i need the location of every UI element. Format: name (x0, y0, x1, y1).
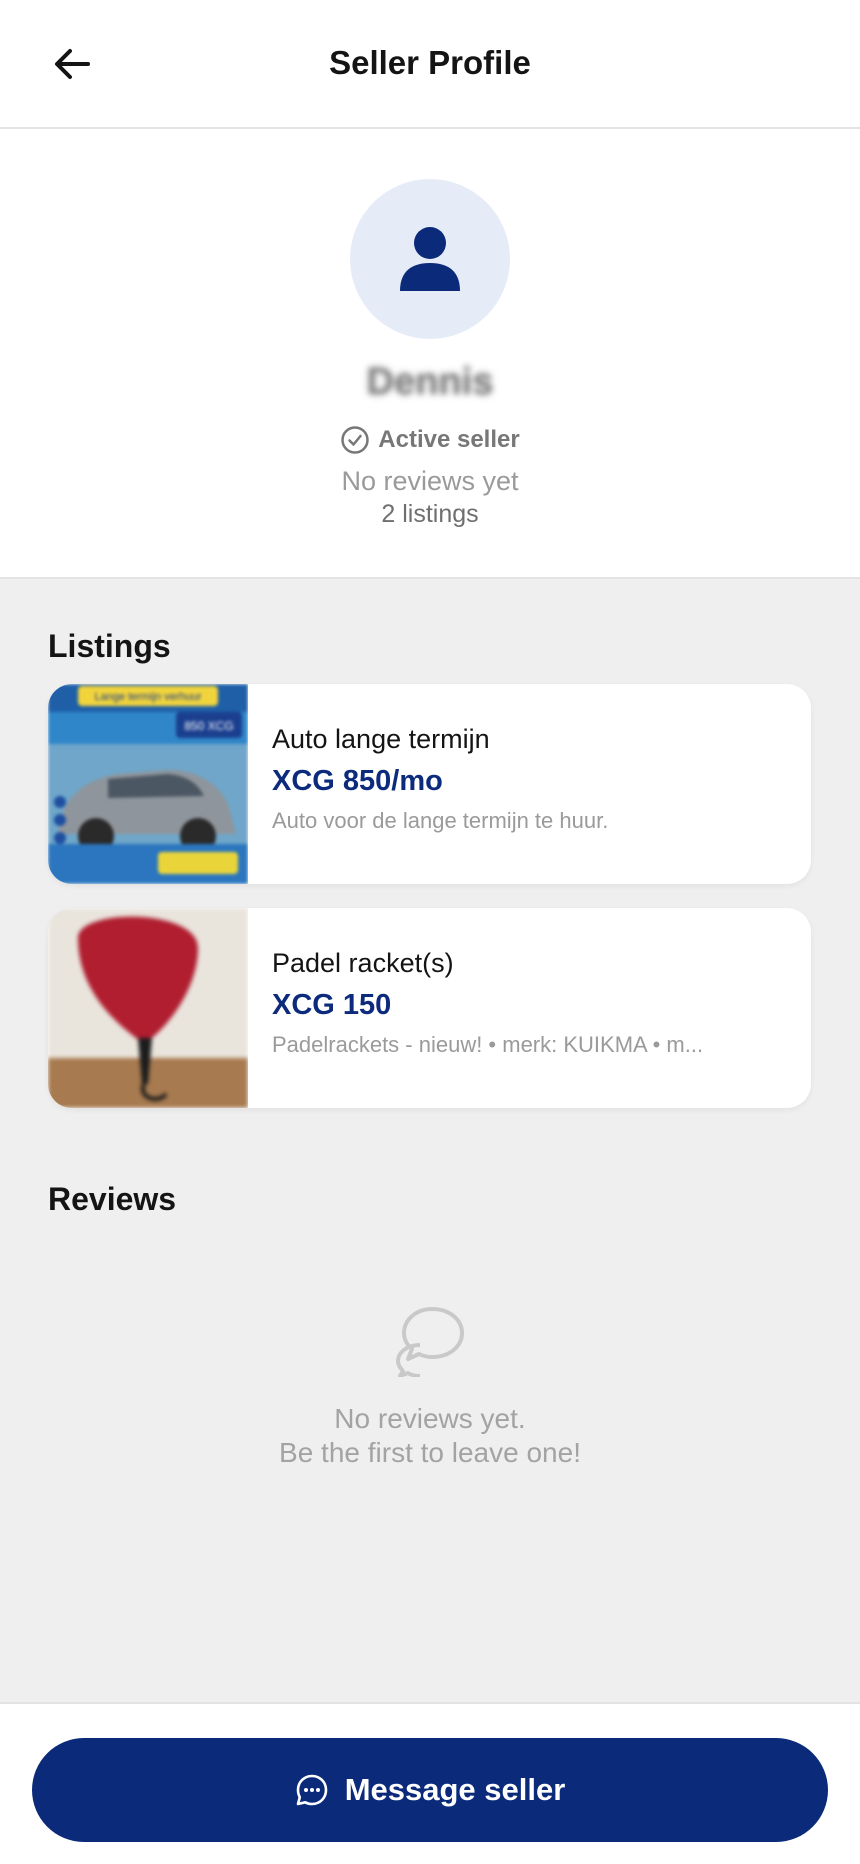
listing-info: Padel racket(s) XCG 150 Padelrackets - n… (272, 948, 783, 1058)
listing-card[interactable]: Lange termijn verhuur 850 XCG Auto lange… (48, 684, 811, 884)
listing-image: Lange termijn verhuur 850 XCG (48, 684, 248, 884)
listing-image (48, 908, 248, 1108)
listing-price: XCG 850/mo (272, 765, 443, 797)
empty-reviews-line1: No reviews yet. (334, 1403, 526, 1434)
reviews-summary: No reviews yet (341, 466, 519, 496)
listing-price: XCG 150 (272, 989, 392, 1021)
profile-section: Dennis Active seller No reviews yet 2 li… (0, 129, 860, 579)
seller-profile-screen: Seller Profile Dennis Active seller No r… (0, 0, 860, 1864)
bottom-bar: Message seller (0, 1702, 860, 1864)
listing-title: Auto lange termijn (272, 724, 490, 754)
image-badge-text: 850 XCG (184, 719, 233, 733)
listings-heading: Listings (48, 628, 171, 664)
top-bar: Seller Profile (0, 0, 860, 129)
reviews-heading: Reviews (48, 1181, 177, 1217)
empty-reviews-state: No reviews yet. Be the first to leave on… (0, 1305, 860, 1470)
status-label: Active seller (378, 426, 520, 453)
check-circle-icon (341, 426, 370, 454)
person-icon (400, 227, 460, 291)
listing-description: Padelrackets - nieuw! • merk: KUIKMA • m… (272, 1032, 704, 1057)
page-title: Seller Profile (329, 44, 531, 81)
image-banner-text: Lange termijn verhuur (94, 691, 201, 703)
seller-name: Dennis (366, 361, 494, 403)
listing-card[interactable]: Padel racket(s) XCG 150 Padelrackets - n… (48, 908, 811, 1108)
listing-info: Auto lange termijn XCG 850/mo Auto voor … (272, 724, 783, 834)
listings-count: 2 listings (381, 500, 479, 528)
empty-reviews-line2: Be the first to leave one! (279, 1437, 581, 1468)
avatar (350, 179, 510, 339)
chat-bubbles-icon (396, 1307, 464, 1377)
listing-title: Padel racket(s) (272, 948, 454, 978)
listing-description: Auto voor de lange termijn te huur. (272, 808, 609, 833)
message-seller-label: Message seller (344, 1772, 566, 1807)
chat-dots-icon (296, 1774, 328, 1806)
message-seller-button[interactable]: Message seller (32, 1738, 828, 1842)
seller-status: Active seller (0, 425, 860, 455)
